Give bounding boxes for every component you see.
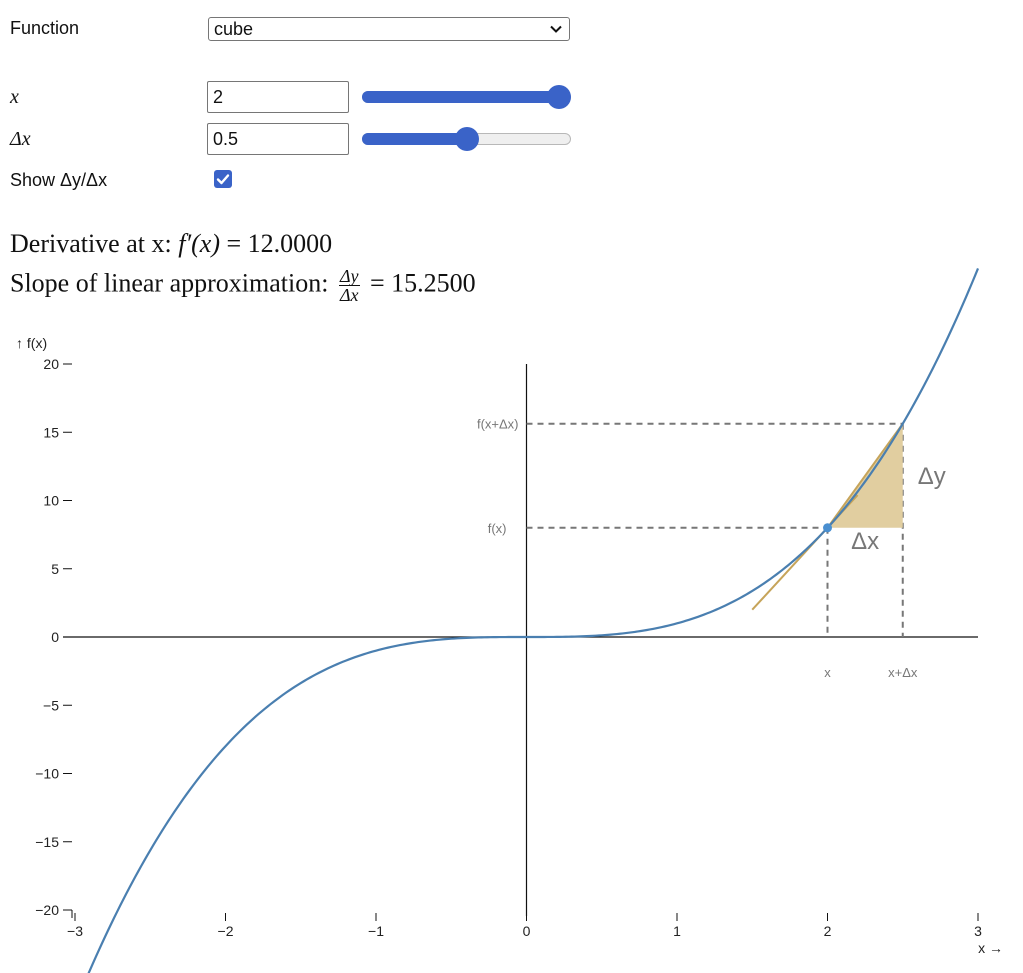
- dy-label: Δy: [918, 463, 946, 490]
- x-axis-group: −3 −2 −1 0 1 2 3x →: [63, 636, 1003, 956]
- y-tick-label: −10: [35, 766, 59, 782]
- y-tick-label: −5: [43, 697, 59, 713]
- fx-label: f(x): [488, 521, 507, 536]
- dx-label: Δx: [851, 528, 879, 555]
- xdx-value-label: x+Δx: [888, 665, 918, 680]
- y-tick-label: 5: [51, 561, 59, 577]
- x-tick-label: 2: [824, 923, 832, 939]
- y-tick-label: 15: [43, 424, 59, 440]
- fxdx-label: f(x+Δx): [477, 417, 519, 432]
- y-tick-label: −20: [35, 902, 59, 918]
- guide-lines: [526, 422, 904, 637]
- annotation-labels: f(x+Δx) f(x) x x+Δx Δx Δy: [477, 417, 946, 680]
- y-tick-label: 20: [43, 356, 59, 372]
- y-tick-label: 0: [51, 629, 59, 645]
- x-point: [823, 523, 832, 533]
- y-axis-label: ↑ f(x): [16, 335, 47, 351]
- x-tick-label: −3: [67, 923, 83, 939]
- x-axis-label: x →: [978, 940, 1003, 956]
- y-tick-label: 10: [43, 493, 59, 509]
- function-plot: 20151050−5−10−15−20↑ f(x) −3 −2 −1 0 1 2 3x → …: [16, 268, 1003, 973]
- x-tick-label: 0: [523, 923, 531, 939]
- y-tick-label: −15: [35, 834, 59, 850]
- x-tick-label: −2: [218, 923, 234, 939]
- x-tick-label: 3: [974, 923, 982, 939]
- x-tick-label: −1: [368, 923, 384, 939]
- x-tick-label: 1: [673, 923, 681, 939]
- x-value-label: x: [824, 665, 831, 680]
- y-axis-group: 20 15 10 5 0 −5 −10 −15 −20 ↑ f(x): [16, 335, 528, 918]
